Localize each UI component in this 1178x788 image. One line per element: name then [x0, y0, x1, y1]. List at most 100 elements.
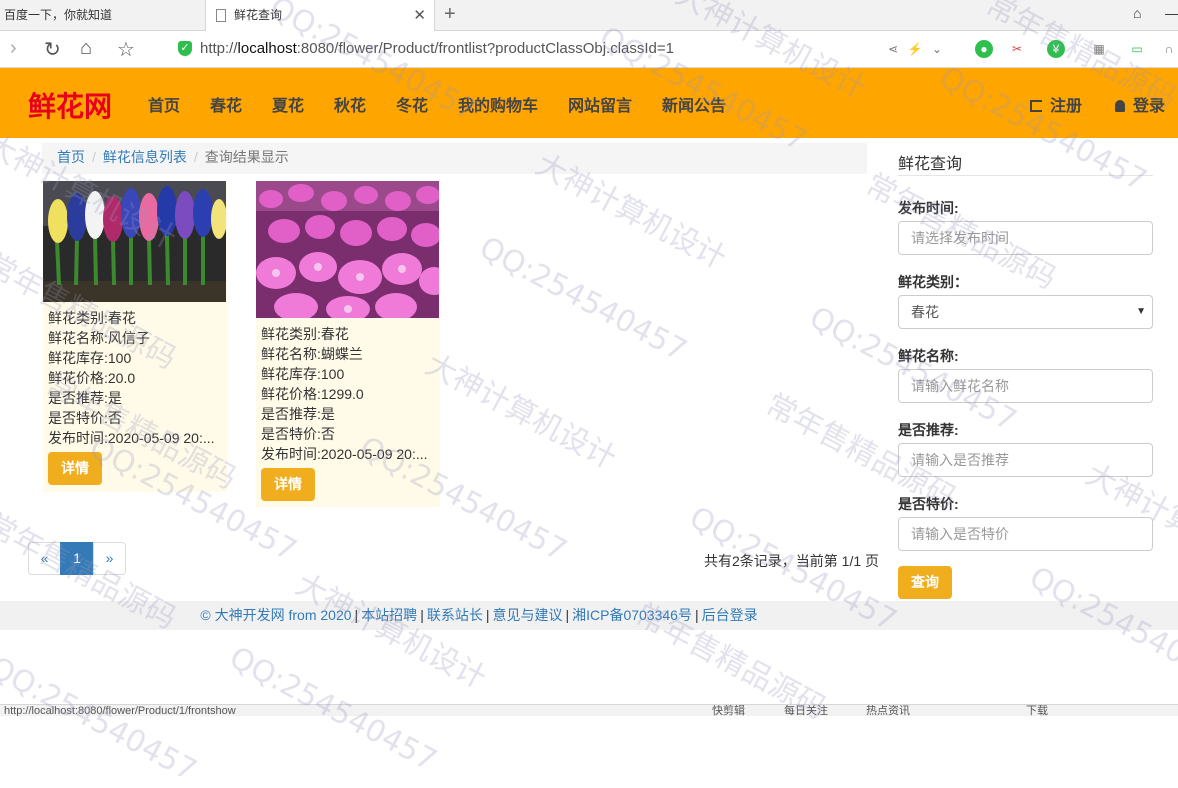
tab-title: 百度一下，你就知道: [4, 8, 113, 22]
product-recommend: 是否推荐:是: [48, 390, 122, 406]
query-panel-title: 鲜花查询: [898, 156, 963, 173]
recommend-label: 是否推荐:: [898, 422, 959, 438]
product-category: 鲜花类别:春花: [48, 310, 136, 326]
status-item-daily[interactable]: 每日关注: [784, 705, 828, 716]
headset-icon[interactable]: ∩: [1160, 40, 1178, 58]
minimize-icon[interactable]: —: [1165, 5, 1178, 21]
money-shield-icon[interactable]: ¥: [1047, 40, 1065, 58]
status-item-download[interactable]: 下载: [1026, 705, 1048, 716]
product-card: 鲜花类别:春花 鲜花名称:蝴蝶兰 鲜花库存:100 鲜花价格:1299.0 是否…: [256, 181, 440, 507]
special-input[interactable]: 请输入是否特价: [898, 517, 1153, 551]
dropdown-caret-icon: ▼: [1136, 306, 1146, 317]
category-selected-value: 春花: [911, 304, 939, 320]
forward-icon[interactable]: ›: [10, 37, 17, 60]
product-image-hyacinth[interactable]: [43, 181, 226, 302]
status-url: http://localhost:8080/flower/Product/1/f…: [4, 705, 236, 716]
battery-icon[interactable]: ▭: [1128, 40, 1146, 58]
pagination-info: 共有2条记录，当前第 1/1 页: [704, 553, 880, 569]
url-path: :8080/flower/Product/frontlist?productCl…: [296, 40, 675, 57]
product-image-orchid[interactable]: [256, 181, 439, 318]
register-link[interactable]: 注册: [1030, 92, 1082, 116]
nav-autumn[interactable]: 秋花: [334, 92, 366, 116]
tab-baidu[interactable]: 百度一下，你就知道: [0, 0, 205, 31]
scissors-icon[interactable]: ✂: [1008, 40, 1026, 58]
product-stock: 鲜花库存:100: [48, 350, 132, 366]
watermark-design: 大神计算机设计: [419, 347, 622, 477]
recommend-input[interactable]: 请输入是否推荐: [898, 443, 1153, 477]
category-label: 鲜花类别：: [898, 274, 968, 290]
product-special: 是否特价:否: [48, 410, 122, 426]
site-footer: © 大神开发网 from 2020 | 本站招聘 | 联系站长 | 意见与建议 | 湘ICP备0…: [0, 601, 1178, 630]
url-host: localhost: [237, 40, 297, 57]
refresh-icon[interactable]: ↻: [44, 37, 61, 62]
footer-link-admin-login[interactable]: 后台登录: [702, 607, 758, 623]
special-label: 是否特价:: [898, 496, 959, 512]
footer-copyright: © 大神开发网 from 2020: [200, 607, 352, 623]
browser-tab-bar: 百度一下，你就知道 鲜花查询 ✕ + ⌂ —: [0, 0, 1178, 32]
chat-icon[interactable]: ●: [975, 40, 993, 58]
product-special: 是否特价:否: [261, 426, 335, 442]
tab-title: 鲜花查询: [234, 8, 283, 22]
breadcrumb-home[interactable]: 首页: [57, 149, 85, 165]
watermark-qq: QQ:254540457: [0, 650, 203, 788]
footer-link-icp[interactable]: 湘ICP备0703346号: [572, 607, 692, 623]
nav-winter[interactable]: 冬花: [396, 92, 428, 116]
query-button[interactable]: 查询: [898, 566, 952, 599]
home-icon[interactable]: ⌂: [80, 37, 92, 60]
new-tab-icon[interactable]: +: [444, 3, 456, 26]
tshirt-skin-icon[interactable]: ⌂: [1133, 5, 1141, 21]
product-stock: 鲜花库存:100: [261, 366, 345, 382]
pagination-next[interactable]: »: [93, 542, 126, 575]
detail-button[interactable]: 详情: [48, 452, 102, 485]
site-header: 鲜花网 首页 春花 夏花 秋花 冬花 我的购物车 网站留言 新闻公告 注册 登录: [0, 68, 1178, 138]
product-name: 鲜花名称:蝴蝶兰: [261, 346, 363, 362]
product-price: 鲜花价格:1299.0: [261, 386, 364, 402]
status-item-kuaijianji[interactable]: 快剪辑: [712, 705, 745, 716]
product-name: 鲜花名称:风信子: [48, 330, 150, 346]
register-label: 注册: [1050, 98, 1083, 115]
pagination-page[interactable]: 1: [60, 542, 94, 575]
nav-home[interactable]: 首页: [148, 92, 180, 116]
user-icon: [1115, 100, 1125, 112]
secure-shield-icon: ✓: [178, 41, 192, 56]
site-logo[interactable]: 鲜花网: [28, 85, 112, 125]
flower-name-input[interactable]: 请输入鲜花名称: [898, 369, 1153, 403]
breadcrumb-list[interactable]: 鲜花信息列表: [103, 149, 187, 165]
footer-link-jobs[interactable]: 本站招聘: [361, 607, 417, 623]
lightning-icon[interactable]: ⚡: [906, 40, 924, 58]
watermark-qq: QQ:254540457: [473, 230, 693, 369]
url-prefix: http://: [200, 40, 238, 57]
share-icon[interactable]: ⋖: [884, 40, 902, 58]
sign-in-icon: [1030, 100, 1042, 112]
pagination: « 1 »: [28, 542, 126, 575]
login-link[interactable]: 登录: [1115, 92, 1165, 116]
detail-button[interactable]: 详情: [261, 468, 315, 501]
footer-link-feedback[interactable]: 意见与建议: [492, 607, 562, 623]
chevron-down-icon[interactable]: ⌄: [928, 40, 946, 58]
address-bar: › ↻ ⌂ ☆ ✓ http://localhost:8080/flower/P…: [0, 31, 1178, 68]
nav-news[interactable]: 新闻公告: [662, 92, 726, 116]
close-tab-icon[interactable]: ✕: [413, 0, 426, 31]
publish-time-label: 发布时间:: [898, 200, 959, 216]
nav-cart[interactable]: 我的购物车: [458, 92, 538, 116]
nav-guestbook[interactable]: 网站留言: [568, 92, 632, 116]
flower-name-label: 鲜花名称:: [898, 348, 959, 364]
status-item-news[interactable]: 热点资讯: [866, 705, 910, 716]
url-field[interactable]: ✓ http://localhost:8080/flower/Product/f…: [170, 36, 950, 63]
product-info: 鲜花类别:春花 鲜花名称:蝴蝶兰 鲜花库存:100 鲜花价格:1299.0 是否…: [256, 318, 440, 464]
breadcrumb-separator: /: [193, 149, 198, 165]
breadcrumb-current: 查询结果显示: [204, 149, 289, 165]
nav-summer[interactable]: 夏花: [272, 92, 304, 116]
footer-link-contact[interactable]: 联系站长: [427, 607, 483, 623]
browser-status-bar: http://localhost:8080/flower/Product/1/f…: [0, 704, 1178, 716]
pagination-prev[interactable]: «: [28, 542, 61, 575]
publish-time-input[interactable]: 请选择发布时间: [898, 221, 1153, 255]
category-select[interactable]: 春花 ▼: [898, 295, 1153, 329]
nav-spring[interactable]: 春花: [210, 92, 242, 116]
breadcrumb-separator: /: [92, 149, 96, 165]
apps-grid-icon[interactable]: ▦: [1090, 40, 1108, 58]
breadcrumb: 首页 / 鲜花信息列表 / 查询结果显示: [42, 143, 867, 174]
star-icon[interactable]: ☆: [117, 37, 135, 62]
tab-flower-query[interactable]: 鲜花查询 ✕: [205, 0, 435, 32]
product-category: 鲜花类别:春花: [261, 326, 349, 342]
